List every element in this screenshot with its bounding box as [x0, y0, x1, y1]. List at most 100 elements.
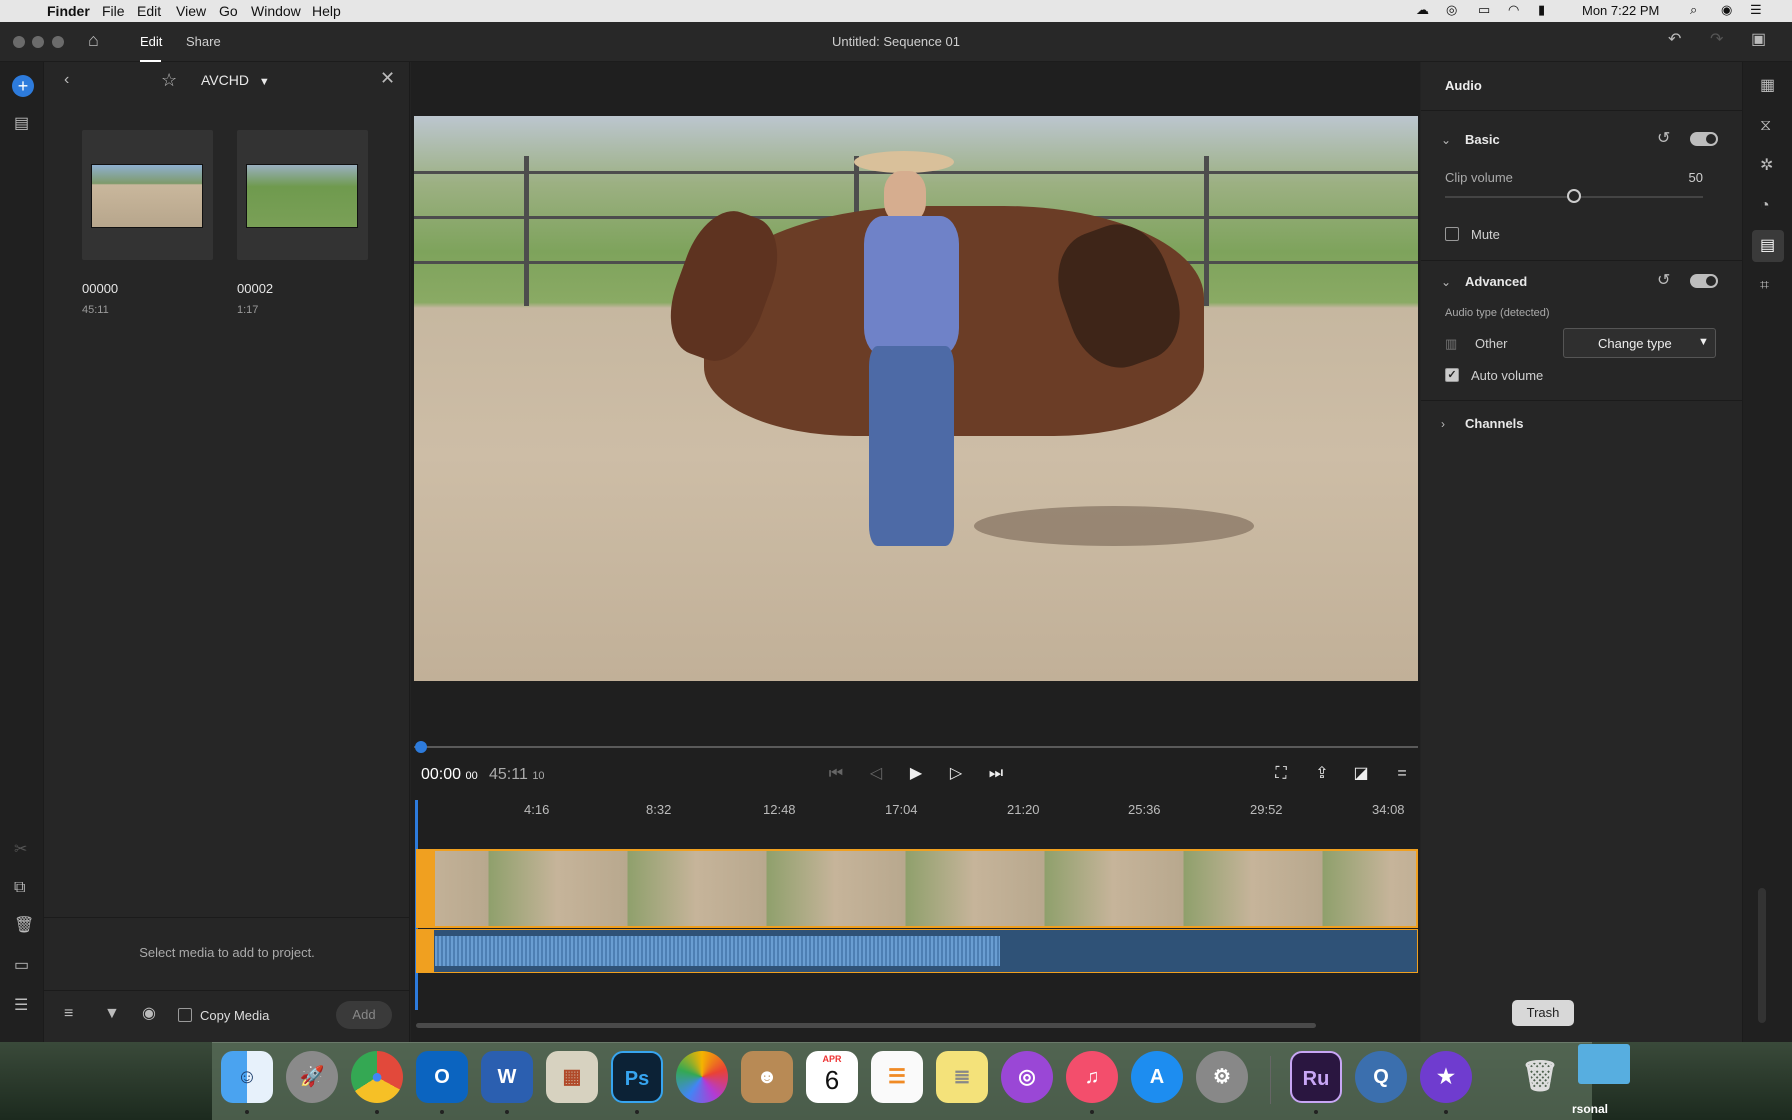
clip-card[interactable]	[237, 130, 368, 260]
app-store-icon[interactable]: A	[1131, 1051, 1183, 1103]
podcasts-icon[interactable]: ◎	[1001, 1051, 1053, 1103]
split-clip-icon[interactable]: ✂	[14, 842, 27, 858]
advanced-section-title[interactable]: Advanced	[1465, 274, 1527, 289]
step-back-icon[interactable]: ◁	[865, 764, 887, 784]
scrubber-handle[interactable]	[415, 741, 427, 753]
channels-section-title[interactable]: Channels	[1465, 416, 1524, 431]
undo-icon[interactable]: ↶	[1668, 32, 1681, 48]
timeline-scrollbar[interactable]	[416, 1023, 1316, 1028]
more-options-icon[interactable]: =	[1391, 764, 1413, 784]
play-icon[interactable]: ▶	[905, 764, 927, 784]
quicktime-icon[interactable]: Q	[1355, 1051, 1407, 1103]
redo-icon[interactable]: ↷	[1710, 32, 1723, 48]
launchpad-icon[interactable]: 🚀	[286, 1051, 338, 1103]
export-frame-icon[interactable]: ⇪	[1311, 764, 1333, 784]
panel-scrollbar[interactable]	[1758, 888, 1766, 1023]
comments-icon[interactable]: ▣	[1751, 32, 1766, 48]
sort-icon[interactable]: ≡	[64, 1006, 73, 1022]
copy-media-checkbox[interactable]	[178, 1008, 192, 1022]
track-icon[interactable]: ▭	[14, 958, 29, 974]
chevron-down-icon[interactable]: ⌄	[1441, 132, 1451, 148]
delete-icon[interactable]: 🗑	[14, 918, 34, 934]
favorite-star-icon[interactable]: ☆	[161, 71, 177, 89]
trash-icon[interactable]: 🗑	[1514, 1051, 1566, 1103]
spotlight-icon[interactable]: ⌕	[1690, 2, 1697, 18]
transitions-icon[interactable]: ⧖	[1760, 118, 1771, 134]
basic-toggle[interactable]	[1690, 132, 1718, 146]
finder-icon[interactable]: ☺	[221, 1051, 273, 1103]
menu-file[interactable]: File	[102, 3, 125, 19]
titles-icon[interactable]: ▦	[1760, 78, 1775, 94]
outlook-icon[interactable]: O	[416, 1051, 468, 1103]
cloud-icon[interactable]: ☁	[1416, 2, 1429, 18]
notification-center-icon[interactable]: ☰	[1750, 2, 1762, 18]
step-forward-icon[interactable]: ▷	[945, 764, 967, 784]
siri-icon[interactable]: ◉	[1721, 2, 1732, 18]
airplay-icon[interactable]: ▭	[1478, 2, 1490, 18]
wifi-icon[interactable]: ◠	[1508, 2, 1519, 18]
menu-clock[interactable]: Mon 7:22 PM	[1582, 3, 1659, 18]
layers-icon[interactable]: ☰	[14, 998, 28, 1014]
contacts-icon[interactable]: ☻	[741, 1051, 793, 1103]
audio-tab-button[interactable]: ▤	[1752, 230, 1784, 262]
folder-icon[interactable]	[1578, 1044, 1630, 1084]
menu-go[interactable]: Go	[219, 3, 238, 19]
audio-clip-track[interactable]	[416, 929, 1418, 973]
clip-volume-knob[interactable]	[1567, 189, 1581, 203]
go-to-end-icon[interactable]: ⏭	[985, 764, 1007, 784]
project-assets-icon[interactable]: ▤	[14, 116, 29, 132]
imovie-icon[interactable]: ★	[1420, 1051, 1472, 1103]
photos-icon[interactable]	[676, 1051, 728, 1103]
menu-help[interactable]: Help	[312, 3, 341, 19]
reset-advanced-icon[interactable]: ↺	[1657, 273, 1670, 289]
basic-section-title[interactable]: Basic	[1465, 132, 1500, 147]
chevron-down-icon[interactable]: ⌄	[1441, 274, 1451, 290]
add-button[interactable]: Add	[336, 1001, 392, 1029]
menu-app-name[interactable]: Finder	[47, 3, 90, 19]
filter-icon[interactable]: ▼	[104, 1006, 120, 1022]
chrome-icon[interactable]: ●	[351, 1051, 403, 1103]
creative-cloud-icon[interactable]: ◎	[1446, 2, 1457, 18]
system-preferences-icon[interactable]: ⚙	[1196, 1051, 1248, 1103]
aspect-ratio-icon[interactable]: ◪	[1350, 764, 1372, 784]
chevron-right-icon[interactable]: ›	[1441, 416, 1445, 432]
speed-icon[interactable]: ◔	[1760, 198, 1770, 214]
folder-dropdown[interactable]: AVCHD ▼	[201, 72, 270, 88]
playhead-scrubber[interactable]	[414, 746, 1418, 748]
color-icon[interactable]: ✲	[1760, 158, 1773, 174]
photoshop-icon[interactable]: Ps	[611, 1051, 663, 1103]
calculator-icon[interactable]: ▦	[546, 1051, 598, 1103]
chevron-down-icon: ▼	[1698, 336, 1709, 348]
menu-edit[interactable]: Edit	[137, 3, 161, 19]
video-preview[interactable]	[414, 116, 1418, 681]
clip-card[interactable]	[82, 130, 213, 260]
calendar-icon[interactable]: APR 6	[806, 1051, 858, 1103]
current-timecode: 00:00 00	[421, 766, 478, 784]
video-clip-track[interactable]	[416, 849, 1418, 928]
auto-volume-checkbox[interactable]: ✓	[1445, 368, 1459, 382]
notes-icon[interactable]: ≣	[936, 1051, 988, 1103]
music-icon[interactable]: ♫	[1066, 1051, 1118, 1103]
clip-trim-handle[interactable]	[418, 851, 435, 926]
view-eye-icon[interactable]: ◉	[142, 1006, 156, 1022]
audio-trim-handle[interactable]	[417, 930, 434, 972]
close-icon[interactable]: ✕	[380, 69, 395, 87]
premiere-rush-icon[interactable]: Ru	[1290, 1051, 1342, 1103]
fit-frame-icon[interactable]: ⛶	[1270, 764, 1292, 784]
menu-view[interactable]: View	[176, 3, 206, 19]
word-icon[interactable]: W	[481, 1051, 533, 1103]
clip-volume-value[interactable]: 50	[1667, 170, 1703, 185]
advanced-toggle[interactable]	[1690, 274, 1718, 288]
add-media-button[interactable]: +	[12, 75, 34, 97]
crop-icon[interactable]: ⌗	[1760, 278, 1769, 294]
panel-title: Audio	[1445, 78, 1482, 93]
reset-basic-icon[interactable]: ↺	[1657, 131, 1670, 147]
battery-icon[interactable]: ▮	[1538, 2, 1545, 18]
back-icon[interactable]: ‹	[64, 72, 69, 88]
duplicate-icon[interactable]: ⧉	[14, 880, 25, 896]
go-to-start-icon[interactable]: ⏮	[825, 764, 847, 784]
reminders-icon[interactable]: ☰	[871, 1051, 923, 1103]
change-type-dropdown[interactable]: Change type ▼	[1563, 328, 1716, 358]
mute-checkbox[interactable]	[1445, 227, 1459, 241]
menu-window[interactable]: Window	[251, 3, 301, 19]
